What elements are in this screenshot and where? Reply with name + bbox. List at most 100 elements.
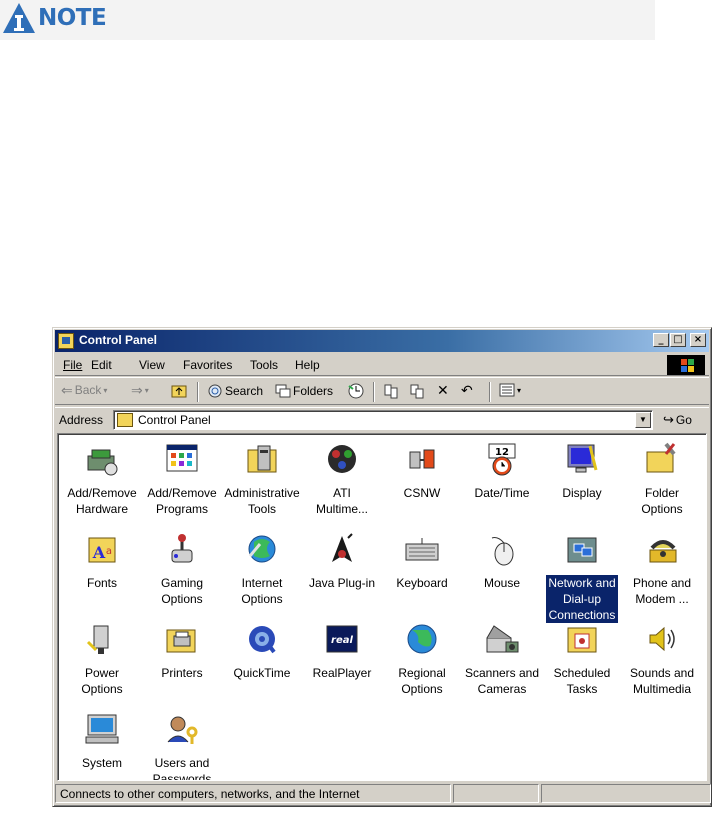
menu-favorites[interactable]: Favorites: [183, 358, 232, 372]
svg-text:A: A: [92, 543, 106, 562]
ati-multimedia-item[interactable]: ATI Multime...: [302, 442, 382, 517]
move-to-button[interactable]: [383, 383, 399, 399]
icon-label: Date/Time: [462, 485, 542, 501]
address-dropdown-button[interactable]: ▼: [635, 412, 651, 428]
go-button[interactable]: ↪ Go: [663, 412, 692, 428]
title-bar[interactable]: Control Panel _ □ ×: [55, 330, 709, 352]
scanners-cameras-item[interactable]: Scanners and Cameras: [462, 622, 542, 697]
icon-label-line2: Passwords: [152, 772, 212, 781]
icon-label: Mouse: [462, 575, 542, 591]
icon-label-line1: Printers: [161, 666, 203, 680]
realplayer-item[interactable]: real RealPlayer: [302, 622, 382, 681]
quicktime-item[interactable]: QuickTime: [222, 622, 302, 681]
up-button[interactable]: [171, 383, 187, 398]
menu-view[interactable]: View: [139, 358, 165, 372]
fonts-item[interactable]: Aa Fonts: [62, 532, 142, 591]
delete-button[interactable]: ✕: [437, 383, 449, 397]
icon-label-line3: Connections: [548, 608, 616, 622]
add-remove-hardware-item[interactable]: Add/Remove Hardware: [62, 442, 142, 517]
quicktime-icon: [249, 626, 276, 654]
icon-label-line1: Mouse: [483, 576, 521, 590]
csnw-item[interactable]: CSNW: [382, 442, 462, 501]
views-button[interactable]: ▾: [499, 383, 521, 397]
icon-label-line2: Modem ...: [635, 592, 689, 606]
icon-label: Sounds and Multimedia: [622, 665, 702, 697]
add-remove-programs-icon: [166, 444, 198, 472]
java-plugin-item[interactable]: Java Plug-in: [302, 532, 382, 591]
regional-options-item[interactable]: Regional Options: [382, 622, 462, 697]
menu-edit[interactable]: Edit: [91, 358, 112, 372]
menu-file[interactable]: File: [63, 358, 82, 372]
icon-label: QuickTime: [222, 665, 302, 681]
go-arrow-icon: ↪: [663, 412, 674, 427]
windows-logo-icon: [667, 355, 705, 375]
back-arrow-icon: ⇐: [61, 382, 73, 398]
mouse-item[interactable]: Mouse: [462, 532, 542, 591]
address-input[interactable]: Control Panel ▼: [113, 410, 653, 430]
icon-label: Users and Passwords: [142, 755, 222, 781]
network-connections-icon: [567, 537, 597, 563]
back-button[interactable]: ⇐ Back ▾: [61, 383, 107, 397]
printers-item[interactable]: Printers: [142, 622, 222, 681]
address-value: Control Panel: [138, 413, 211, 427]
icon-label: Java Plug-in: [302, 575, 382, 591]
administrative-tools-item[interactable]: Administrative Tools: [222, 442, 302, 517]
menu-tools[interactable]: Tools: [250, 358, 278, 372]
copy-to-icon: [410, 384, 424, 399]
icon-label-line2: Hardware: [75, 502, 129, 516]
icon-label: Display: [542, 485, 622, 501]
window-title: Control Panel: [79, 333, 158, 347]
history-button[interactable]: [347, 383, 365, 399]
icon-label-line1: Folder: [644, 486, 679, 500]
folder-up-icon: [171, 385, 187, 398]
icon-label-line2: Dial-up: [562, 592, 601, 606]
keyboard-item[interactable]: Keyboard: [382, 532, 462, 591]
icon-label: Administrative Tools: [222, 485, 302, 517]
power-options-item[interactable]: Power Options: [62, 622, 142, 697]
sounds-multimedia-item[interactable]: Sounds and Multimedia: [622, 622, 702, 697]
icon-label: Phone and Modem ...: [622, 575, 702, 607]
icon-view: Add/Remove Hardware Add/Remove Programs Admi…: [57, 433, 707, 781]
icon-label-line2: Cameras: [477, 682, 527, 696]
icon-label: Fonts: [62, 575, 142, 591]
icon-label: Add/Remove Programs: [142, 485, 222, 517]
icon-label-line2: Multimedia: [632, 682, 692, 696]
search-button[interactable]: Search: [207, 383, 263, 399]
minimize-button[interactable]: _: [653, 333, 669, 347]
undo-button[interactable]: ↶: [461, 383, 473, 397]
folder-options-item[interactable]: Folder Options: [622, 442, 702, 517]
folders-button[interactable]: Folders: [275, 383, 333, 399]
users-passwords-item[interactable]: Users and Passwords: [142, 712, 222, 781]
icon-label: RealPlayer: [302, 665, 382, 681]
forward-button[interactable]: ⇒ ▾: [131, 383, 149, 397]
chevron-down-icon: ▾: [517, 385, 522, 395]
maximize-button[interactable]: □: [670, 333, 686, 347]
date-time-item[interactable]: 12 Date/Time: [462, 442, 542, 501]
gaming-options-item[interactable]: Gaming Options: [142, 532, 222, 607]
icon-label: Gaming Options: [142, 575, 222, 607]
note-icon: [3, 3, 35, 33]
add-remove-programs-item[interactable]: Add/Remove Programs: [142, 442, 222, 517]
add-remove-hardware-icon: [87, 449, 118, 476]
display-item[interactable]: Display: [542, 442, 622, 501]
network-connections-item[interactable]: Network and Dial-up Connections: [542, 532, 622, 623]
internet-options-item[interactable]: Internet Options: [222, 532, 302, 607]
java-plugin-icon: [332, 533, 353, 562]
icon-label-line1: Regional: [398, 666, 446, 680]
icon-label: ATI Multime...: [302, 485, 382, 517]
move-to-icon: [384, 384, 398, 399]
icon-label: CSNW: [382, 485, 462, 501]
phone-modem-item[interactable]: Phone and Modem ...: [622, 532, 702, 607]
icon-label-line1: Java Plug-in: [308, 576, 376, 590]
system-item[interactable]: System: [62, 712, 142, 771]
system-icon: [85, 714, 119, 744]
close-button[interactable]: ×: [690, 333, 706, 347]
scheduled-tasks-item[interactable]: Scheduled Tasks: [542, 622, 622, 697]
views-icon: [499, 383, 515, 397]
note-banner: NOTE: [0, 0, 655, 40]
menu-help[interactable]: Help: [295, 358, 320, 372]
copy-to-button[interactable]: [409, 383, 425, 399]
icon-label-line2: Options: [241, 592, 283, 606]
icon-label: Internet Options: [222, 575, 302, 607]
icon-label: Network and Dial-up Connections: [542, 575, 622, 623]
